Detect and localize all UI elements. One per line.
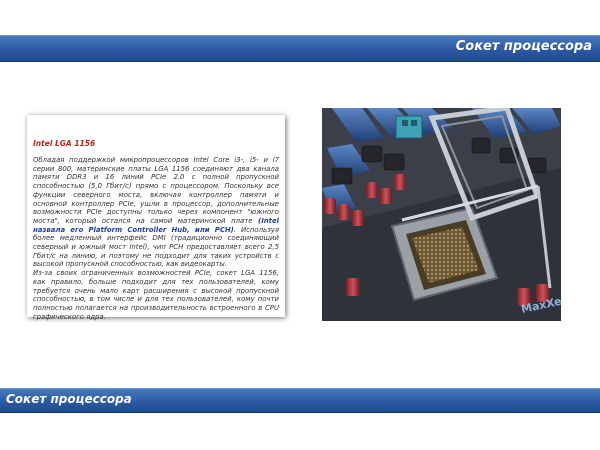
footer-title: Сокет процессора — [6, 392, 132, 406]
header-title: Сокет процессора — [455, 39, 592, 54]
footer-bar: Сокет процессора — [0, 388, 600, 413]
panel-body: Обладая поддержкой микропроцессоров Inte… — [33, 156, 279, 321]
panel-heading: Intel LGA 1156 — [33, 139, 96, 148]
body-text-part3: Из-за своих ограниченных возможностей PC… — [33, 269, 279, 321]
header-bar: Сокет процессора — [0, 35, 600, 62]
text-panel: Intel LGA 1156 Обладая поддержкой микроп… — [27, 115, 285, 321]
cpu-socket-photo: MaxXe — [322, 108, 561, 321]
body-text-part1: Обладая поддержкой микропроцессоров Inte… — [33, 156, 279, 225]
socket-illustration: MaxXe — [322, 108, 561, 321]
